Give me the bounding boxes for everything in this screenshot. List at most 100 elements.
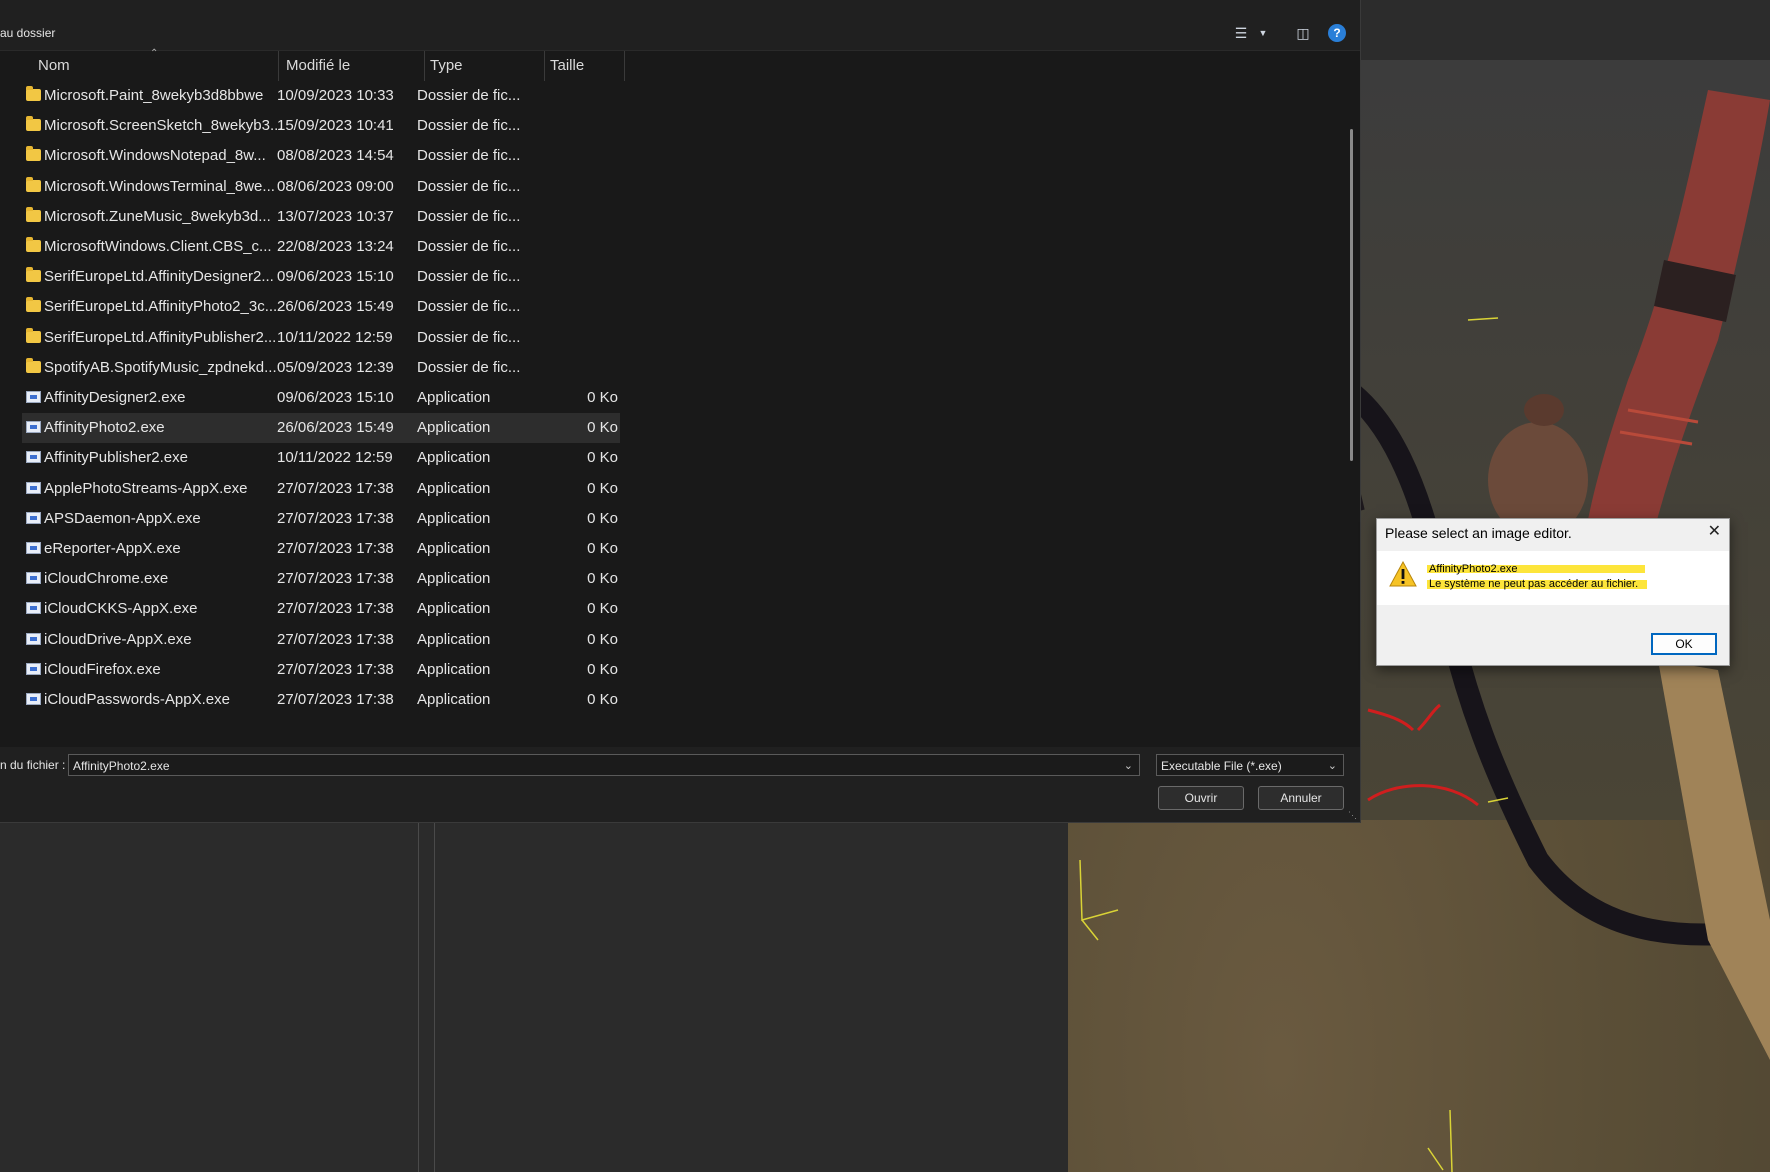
open-button[interactable]: Ouvrir xyxy=(1158,786,1244,810)
file-type: Application xyxy=(417,660,491,678)
message-filename: AffinityPhoto2.exe xyxy=(1429,563,1518,575)
file-name: iCloudDrive-AppX.exe xyxy=(44,630,192,648)
file-row[interactable]: Microsoft.WindowsNotepad_8w... 08/08/2023… xyxy=(22,141,620,171)
column-header-name[interactable]: Nom xyxy=(38,51,70,81)
file-row[interactable]: eReporter-AppX.exe 27/07/2023 17:38 Applic… xyxy=(22,534,620,564)
file-row[interactable]: AffinityDesigner2.exe 09/06/2023 15:10 App… xyxy=(22,383,620,413)
file-type: Application xyxy=(417,540,491,557)
file-size: 0 Ko xyxy=(587,509,618,527)
application-icon xyxy=(26,602,41,615)
file-name: APSDaemon-AppX.exe xyxy=(44,509,201,527)
column-separator[interactable] xyxy=(278,51,279,81)
filetype-select[interactable]: Executable File (*.exe) ⌄ xyxy=(1156,754,1344,776)
file-modified: 08/08/2023 14:54 xyxy=(277,147,394,165)
file-type: Dossier de fic... xyxy=(417,238,521,255)
file-modified: 27/07/2023 17:38 xyxy=(277,630,394,648)
message-body: AffinityPhoto2.exe Le système ne peut pa… xyxy=(1377,551,1729,605)
help-icon[interactable]: ? xyxy=(1328,24,1346,42)
filename-label: n du fichier : xyxy=(0,758,66,772)
column-separator[interactable] xyxy=(544,51,545,81)
file-name: SerifEuropeLtd.AffinityPublisher2... xyxy=(44,328,277,346)
file-type: Dossier de fic... xyxy=(417,207,521,225)
file-name: Microsoft.WindowsTerminal_8we... xyxy=(44,177,275,195)
file-name: Microsoft.ScreenSketch_8wekyb3... xyxy=(44,117,283,135)
file-row[interactable]: APSDaemon-AppX.exe 27/07/2023 17:38 Applic… xyxy=(22,504,620,534)
application-icon xyxy=(26,451,41,464)
column-header-type[interactable]: Type xyxy=(430,51,463,81)
file-row[interactable]: Microsoft.WindowsTerminal_8we... 08/06/20… xyxy=(22,172,620,202)
column-header-size[interactable]: Taille xyxy=(550,51,584,81)
file-name: iCloudPasswords-AppX.exe xyxy=(44,691,230,708)
list-view-icon[interactable]: ☰ xyxy=(1232,24,1250,42)
preview-pane-icon[interactable]: ◫ xyxy=(1294,24,1312,42)
file-row[interactable]: SpotifyAB.SpotifyMusic_zpdnekd... 05/09/2… xyxy=(22,353,620,383)
file-type: Application xyxy=(417,449,491,467)
file-name: SerifEuropeLtd.AffinityDesigner2... xyxy=(44,268,274,286)
file-type: Dossier de fic... xyxy=(417,328,521,346)
file-row[interactable]: ApplePhotoStreams-AppX.exe 27/07/2023 17:… xyxy=(22,474,620,504)
file-row[interactable]: iCloudFirefox.exe 27/07/2023 17:38 Applica… xyxy=(22,655,620,685)
file-size: 0 Ko xyxy=(587,691,618,708)
file-row[interactable]: AffinityPhoto2.exe 26/06/2023 15:49 Applic… xyxy=(22,413,620,444)
file-row[interactable]: SerifEuropeLtd.AffinityDesigner2... 09/06… xyxy=(22,262,620,292)
cancel-button[interactable]: Annuler xyxy=(1258,786,1344,810)
file-type: Application xyxy=(417,509,491,527)
file-row[interactable]: Microsoft.ZuneMusic_8wekyb3d... 13/07/202… xyxy=(22,202,620,232)
filename-input[interactable]: AffinityPhoto2.exe ⌄ xyxy=(68,754,1140,776)
vertical-scrollbar[interactable] xyxy=(1350,129,1353,461)
file-type: Dossier de fic... xyxy=(417,117,521,135)
file-type: Dossier de fic... xyxy=(417,147,521,165)
file-name: ApplePhotoStreams-AppX.exe xyxy=(44,479,248,497)
file-type: Application xyxy=(417,419,491,437)
file-type: Dossier de fic... xyxy=(417,268,521,286)
view-dropdown-chevron-icon[interactable]: ▼ xyxy=(1254,24,1272,42)
sort-ascending-icon: ⌃ xyxy=(150,48,159,59)
file-type: Application xyxy=(417,600,491,618)
file-name: Microsoft.Paint_8wekyb3d8bbwe xyxy=(44,87,264,104)
file-row[interactable]: MicrosoftWindows.Client.CBS_c... 22/08/20… xyxy=(22,232,620,262)
file-row[interactable]: Microsoft.Paint_8wekyb3d8bbwe 10/09/2023 … xyxy=(22,81,620,111)
application-icon xyxy=(26,421,41,434)
file-row[interactable]: SerifEuropeLtd.AffinityPublisher2... 10/1… xyxy=(22,323,620,353)
file-size: 0 Ko xyxy=(587,600,618,618)
application-icon xyxy=(26,632,41,645)
file-row[interactable]: iCloudChrome.exe 27/07/2023 17:38 Applicat… xyxy=(22,564,620,594)
file-modified: 27/07/2023 17:38 xyxy=(277,570,394,588)
file-row[interactable]: iCloudPasswords-AppX.exe 27/07/2023 17:38… xyxy=(22,685,620,715)
lower-panels xyxy=(0,822,1068,1172)
file-name: MicrosoftWindows.Client.CBS_c... xyxy=(44,238,272,255)
folder-icon xyxy=(26,146,41,162)
file-type: Application xyxy=(417,570,491,588)
file-type: Application xyxy=(417,630,491,648)
resize-grip-icon[interactable]: ⋱ xyxy=(1348,810,1357,821)
chevron-down-icon[interactable]: ⌄ xyxy=(1328,755,1337,777)
file-row[interactable]: Microsoft.ScreenSketch_8wekyb3... 15/09/2… xyxy=(22,111,620,141)
file-modified: 27/07/2023 17:38 xyxy=(277,509,394,527)
close-icon[interactable]: ✕ xyxy=(1708,521,1721,543)
file-modified: 27/07/2023 17:38 xyxy=(277,600,394,618)
column-separator[interactable] xyxy=(624,51,625,81)
column-separator[interactable] xyxy=(424,51,425,81)
panel-divider xyxy=(434,822,435,1172)
file-name: SerifEuropeLtd.AffinityPhoto2_3c... xyxy=(44,298,278,316)
file-size: 0 Ko xyxy=(587,570,618,588)
folder-icon xyxy=(26,86,41,101)
filetype-value: Executable File (*.exe) xyxy=(1161,759,1282,773)
file-modified: 09/06/2023 15:10 xyxy=(277,389,394,406)
file-modified: 13/07/2023 10:37 xyxy=(277,207,394,225)
file-modified: 22/08/2023 13:24 xyxy=(277,238,394,255)
file-row[interactable]: iCloudDrive-AppX.exe 27/07/2023 17:38 Appl… xyxy=(22,625,620,655)
file-row[interactable]: iCloudCKKS-AppX.exe 27/07/2023 17:38 Appli… xyxy=(22,594,620,624)
file-list[interactable]: ⌃ Nom Modifié le Type Taille Microsoft.P… xyxy=(0,48,1360,747)
ok-button[interactable]: OK xyxy=(1651,633,1717,655)
open-file-dialog: au dossier ☰ ▼ ◫ ? ⌃ Nom Modifié le Type… xyxy=(0,0,1361,823)
chevron-down-icon[interactable]: ⌄ xyxy=(1124,755,1133,777)
folder-icon xyxy=(26,176,41,192)
file-row[interactable]: SerifEuropeLtd.AffinityPhoto2_3c... 26/06… xyxy=(22,292,620,322)
file-modified: 26/06/2023 15:49 xyxy=(277,298,394,316)
file-row[interactable]: AffinityPublisher2.exe 10/11/2022 12:59 Ap… xyxy=(22,443,620,473)
folder-icon xyxy=(26,357,41,373)
file-type: Application xyxy=(417,479,491,497)
column-header-modified[interactable]: Modifié le xyxy=(286,51,350,81)
breadcrumb[interactable]: au dossier xyxy=(0,26,55,40)
